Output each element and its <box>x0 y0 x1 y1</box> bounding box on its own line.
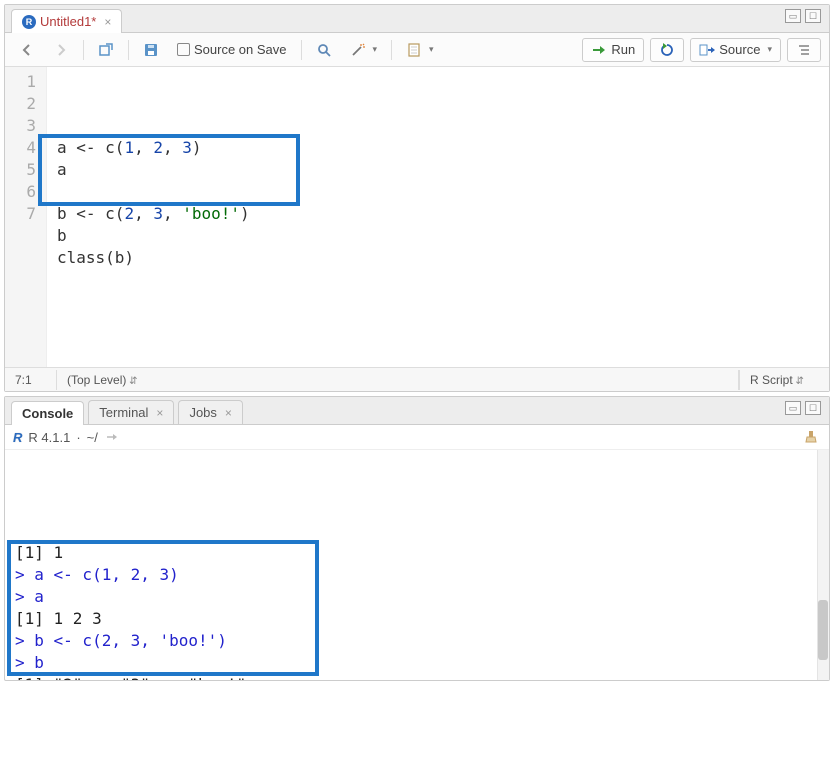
close-icon[interactable]: × <box>104 15 111 29</box>
console-line: [1] "2" "3" "boo!" <box>15 674 819 680</box>
minimize-pane-icon[interactable]: ▭ <box>785 401 801 415</box>
code-line[interactable]: b <- c(2, 3, 'boo!') <box>57 203 819 225</box>
search-icon <box>316 42 332 58</box>
console-output[interactable]: [1] 1> a <- c(1, 2, 3)> a[1] 1 2 3> b <-… <box>5 450 829 680</box>
run-icon <box>591 42 607 58</box>
clear-console-icon[interactable] <box>803 429 819 445</box>
code-editor[interactable]: 1234567 a <- c(1, 2, 3)a b <- c(2, 3, 'b… <box>5 67 829 367</box>
console-line: > a <box>15 586 819 608</box>
r-version: R 4.1.1 <box>28 430 70 445</box>
code-line[interactable] <box>57 181 819 203</box>
jobs-tab-label: Jobs <box>189 405 216 420</box>
pane-window-controls: ▭ ☐ <box>785 401 821 415</box>
code-line[interactable]: b <box>57 225 819 247</box>
code-line[interactable]: a <- c(1, 2, 3) <box>57 137 819 159</box>
terminal-tab-label: Terminal <box>99 405 148 420</box>
source-tabbar: R Untitled1* × ▭ ☐ <box>5 5 829 33</box>
wand-icon <box>350 42 366 58</box>
close-icon[interactable]: × <box>225 406 232 420</box>
console-line: > b <- c(2, 3, 'boo!') <box>15 630 819 652</box>
arrow-right-icon <box>53 42 69 58</box>
scope-selector[interactable]: (Top Level) <box>57 370 739 390</box>
goto-directory-icon[interactable] <box>104 429 120 445</box>
popout-icon <box>98 42 114 58</box>
source-label: Source <box>719 42 760 57</box>
source-on-save-label: Source on Save <box>194 42 287 57</box>
scrollbar-thumb[interactable] <box>818 600 828 660</box>
info-separator: · <box>76 430 80 445</box>
outline-icon <box>796 42 812 58</box>
source-toolbar: Source on Save Run Source <box>5 33 829 67</box>
language-selector[interactable]: R Script <box>739 370 829 390</box>
console-info-bar: R R 4.1.1 · ~/ <box>5 425 829 450</box>
arrow-left-icon <box>19 42 35 58</box>
maximize-pane-icon[interactable]: ☐ <box>805 401 821 415</box>
code-line[interactable]: a <box>57 159 819 181</box>
nav-back-button[interactable] <box>13 39 41 61</box>
save-button[interactable] <box>137 39 165 61</box>
source-tab-title: Untitled1* <box>40 14 96 29</box>
separator <box>301 40 302 60</box>
minimize-pane-icon[interactable]: ▭ <box>785 9 801 23</box>
save-icon <box>143 42 159 58</box>
console-line: > a <- c(1, 2, 3) <box>15 564 819 586</box>
tab-terminal[interactable]: Terminal × <box>88 400 174 424</box>
scrollbar-track[interactable] <box>817 450 829 680</box>
rerun-button[interactable] <box>650 38 684 62</box>
source-icon <box>699 42 715 58</box>
tab-jobs[interactable]: Jobs × <box>178 400 242 424</box>
checkbox-icon <box>177 43 190 56</box>
source-panel: R Untitled1* × ▭ ☐ Source on Save <box>4 4 830 392</box>
separator <box>128 40 129 60</box>
notebook-icon <box>406 42 422 58</box>
tab-console[interactable]: Console <box>11 401 84 425</box>
console-tab-label: Console <box>22 406 73 421</box>
pane-window-controls: ▭ ☐ <box>785 9 821 23</box>
code-line[interactable]: class(b) <box>57 247 819 269</box>
rerun-icon <box>659 42 675 58</box>
code-line[interactable] <box>57 269 819 291</box>
source-on-save-toggle[interactable]: Source on Save <box>171 39 293 60</box>
run-label: Run <box>611 42 635 57</box>
maximize-pane-icon[interactable]: ☐ <box>805 9 821 23</box>
compile-report-button[interactable] <box>400 39 440 61</box>
line-number-gutter: 1234567 <box>5 67 47 367</box>
separator <box>83 40 84 60</box>
find-replace-button[interactable] <box>310 39 338 61</box>
console-line: [1] 1 2 3 <box>15 608 819 630</box>
console-panel: Console Terminal × Jobs × ▭ ☐ R R 4.1.1 … <box>4 396 830 681</box>
console-tabbar: Console Terminal × Jobs × ▭ ☐ <box>5 397 829 425</box>
show-in-new-window-button[interactable] <box>92 39 120 61</box>
code-tools-button[interactable] <box>344 39 384 61</box>
close-icon[interactable]: × <box>156 406 163 420</box>
nav-forward-button[interactable] <box>47 39 75 61</box>
source-button[interactable]: Source <box>690 38 781 62</box>
r-file-icon: R <box>22 15 36 29</box>
cursor-position: 7:1 <box>5 370 57 390</box>
working-directory[interactable]: ~/ <box>87 430 98 445</box>
source-tab-untitled1[interactable]: R Untitled1* × <box>11 9 122 33</box>
run-button[interactable]: Run <box>582 38 644 62</box>
source-statusbar: 7:1 (Top Level) R Script <box>5 367 829 391</box>
r-logo-icon: R <box>13 430 22 445</box>
outline-button[interactable] <box>787 38 821 62</box>
console-line: > b <box>15 652 819 674</box>
separator <box>391 40 392 60</box>
console-line: [1] 1 <box>15 542 819 564</box>
code-area[interactable]: a <- c(1, 2, 3)a b <- c(2, 3, 'boo!')bcl… <box>47 67 829 367</box>
